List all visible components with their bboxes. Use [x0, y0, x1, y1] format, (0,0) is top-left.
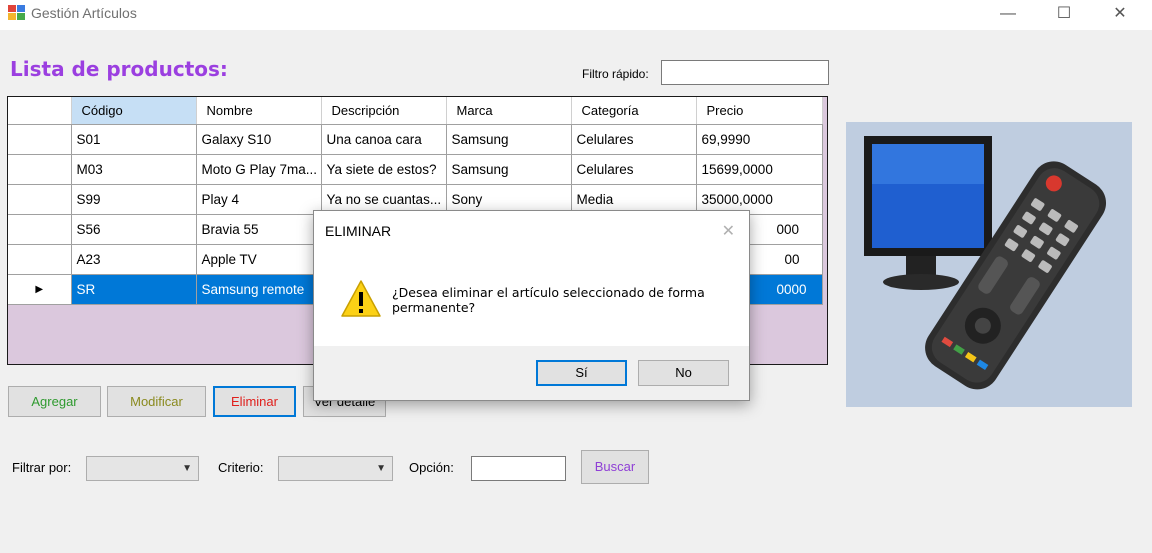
agregar-button[interactable]: Agregar: [8, 386, 101, 417]
eliminar-button[interactable]: Eliminar: [213, 386, 296, 417]
cell-codigo[interactable]: M03: [71, 154, 197, 185]
column-header-marca[interactable]: Marca: [446, 97, 572, 125]
app-icon: [8, 5, 26, 21]
filtrar-por-label: Filtrar por:: [12, 460, 72, 475]
table-row[interactable]: M03 Moto G Play 7ma... Ya siete de estos…: [8, 154, 823, 185]
cell-precio[interactable]: 69,9990: [696, 124, 823, 155]
cell-marca[interactable]: Samsung: [446, 154, 572, 185]
cell-descripcion[interactable]: Una canoa cara: [321, 124, 447, 155]
filtro-rapido-label: Filtro rápido:: [582, 67, 649, 81]
dialog-title: ELIMINAR: [325, 223, 392, 239]
column-header-descripcion[interactable]: Descripción: [321, 97, 447, 125]
row-header-corner: [8, 97, 72, 125]
page-title: Lista de productos:: [10, 57, 228, 81]
row-header[interactable]: [8, 214, 72, 245]
chevron-down-icon: ▼: [182, 463, 192, 474]
cell-nombre[interactable]: Moto G Play 7ma...: [196, 154, 322, 185]
cell-codigo[interactable]: S99: [71, 184, 197, 215]
dialog-message: ¿Desea eliminar el artículo seleccionado…: [392, 285, 705, 315]
no-button[interactable]: No: [638, 360, 729, 386]
cell-categoria[interactable]: Celulares: [571, 154, 697, 185]
cell-nombre[interactable]: Samsung remote: [196, 274, 322, 305]
cell-codigo[interactable]: SR: [71, 274, 197, 305]
opcion-input[interactable]: [471, 456, 566, 481]
maximize-icon[interactable]: ☐: [1041, 0, 1087, 30]
row-header[interactable]: [8, 184, 72, 215]
filtrar-por-select[interactable]: ▼: [86, 456, 199, 481]
chevron-down-icon: ▼: [376, 463, 386, 474]
close-icon[interactable]: ✕: [1097, 0, 1143, 30]
si-button[interactable]: Sí: [536, 360, 627, 386]
cell-nombre[interactable]: Bravia 55: [196, 214, 322, 245]
opcion-label: Opción:: [409, 460, 454, 475]
column-header-categoria[interactable]: Categoría: [571, 97, 697, 125]
cell-codigo[interactable]: A23: [71, 244, 197, 275]
cell-nombre[interactable]: Play 4: [196, 184, 322, 215]
column-header-nombre[interactable]: Nombre: [196, 97, 322, 125]
criterio-label: Criterio:: [218, 460, 264, 475]
row-header[interactable]: [8, 124, 72, 155]
row-header[interactable]: [8, 244, 72, 275]
warning-icon: [340, 279, 382, 319]
cell-precio[interactable]: 15699,0000: [696, 154, 823, 185]
cell-codigo[interactable]: S56: [71, 214, 197, 245]
cell-codigo[interactable]: S01: [71, 124, 197, 155]
row-header[interactable]: [8, 154, 72, 185]
confirm-dialog: ELIMINAR ✕ ¿Desea eliminar el artículo s…: [313, 210, 750, 401]
window-title: Gestión Artículos: [31, 5, 137, 21]
column-header-precio[interactable]: Precio: [696, 97, 823, 125]
buscar-button[interactable]: Buscar: [581, 450, 649, 484]
product-image: [846, 122, 1132, 407]
close-icon[interactable]: ✕: [722, 221, 735, 241]
column-header-codigo[interactable]: Código: [71, 97, 197, 125]
dialog-footer: Sí No: [314, 346, 749, 400]
filtro-rapido-input[interactable]: [661, 60, 829, 85]
cell-nombre[interactable]: Apple TV: [196, 244, 322, 275]
row-pointer-icon[interactable]: ▶: [8, 274, 72, 305]
modificar-button[interactable]: Modificar: [107, 386, 206, 417]
cell-descripcion[interactable]: Ya siete de estos?: [321, 154, 447, 185]
table-row[interactable]: S01 Galaxy S10 Una canoa cara Samsung Ce…: [8, 124, 823, 155]
cell-marca[interactable]: Samsung: [446, 124, 572, 155]
criterio-select[interactable]: ▼: [278, 456, 393, 481]
grid-header-row: Código Nombre Descripción Marca Categorí…: [8, 97, 823, 125]
cell-categoria[interactable]: Celulares: [571, 124, 697, 155]
cell-nombre[interactable]: Galaxy S10: [196, 124, 322, 155]
title-bar: Gestión Artículos — ☐ ✕: [0, 0, 1152, 30]
minimize-icon[interactable]: —: [985, 0, 1031, 30]
